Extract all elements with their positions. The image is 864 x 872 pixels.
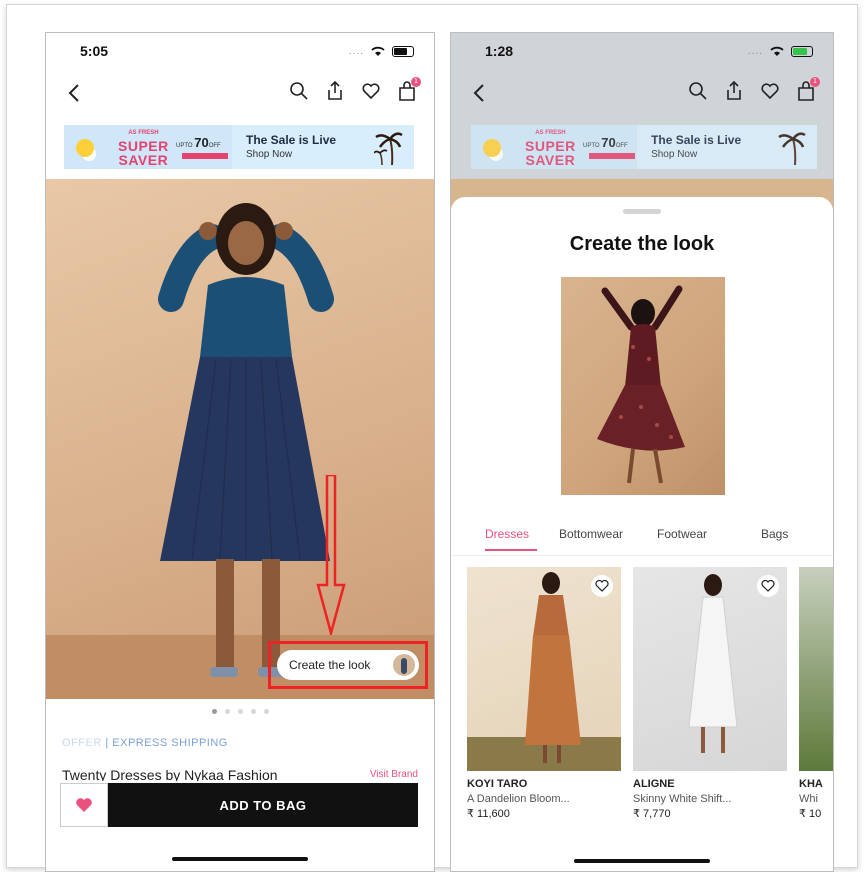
sun-icon <box>483 139 501 157</box>
super-saver-logo: AS FRESH SUPER SAVER <box>525 130 576 168</box>
product-brand: KOYI TARO <box>467 778 528 790</box>
discount-text: UPTO 70OFF <box>583 135 628 150</box>
product-price: ₹ 11,600 <box>467 808 510 820</box>
heart-filled-icon <box>76 798 92 812</box>
pager-dot[interactable] <box>237 709 243 714</box>
product-brand: KHA <box>799 778 823 790</box>
wifi-icon <box>371 46 385 56</box>
pager-dot[interactable] <box>224 709 230 714</box>
status-bar: 5:05 .... <box>46 33 434 69</box>
search-icon[interactable] <box>687 79 709 103</box>
sale-banner[interactable]: AS FRESH SUPER SAVER UPTO 70OFF The Sale… <box>471 125 817 169</box>
offer-tag: OFFER <box>62 737 102 749</box>
category-tabs: Dresses Bottomwear Footwear Bags <box>451 521 833 556</box>
wishlist-button[interactable] <box>757 575 779 597</box>
offer-row: OFFER | EXPRESS SHIPPING <box>62 737 228 749</box>
status-time: 5:05 <box>80 43 109 59</box>
back-arrow-icon[interactable] <box>64 81 86 105</box>
model-white-dress-illustration <box>688 574 738 753</box>
product-card[interactable]: KHA Whi ₹ 10 <box>799 567 833 821</box>
shop-now-link[interactable]: Shop Now <box>651 149 697 160</box>
product-name: Whi <box>799 793 818 805</box>
sale-title: The Sale is Live <box>651 133 742 147</box>
express-shipping-tag: EXPRESS SHIPPING <box>112 737 228 749</box>
banner-strip <box>182 153 228 159</box>
sale-title: The Sale is Live <box>246 133 337 147</box>
annotation-highlight-box: Create the look <box>268 641 428 689</box>
product-image[interactable] <box>633 567 787 771</box>
tab-bags[interactable]: Bags <box>761 527 788 541</box>
pager-dot[interactable] <box>250 709 256 714</box>
create-the-look-label: Create the look <box>289 658 371 672</box>
bag-icon[interactable]: 1 <box>396 77 421 103</box>
product-card[interactable]: KOYI TARO A Dandelion Bloom... ₹ 11,600 <box>467 567 621 821</box>
image-pager[interactable] <box>46 709 434 714</box>
left-phone-screen: 5:05 .... 1 AS FRESH SUPER SAVER UPTO 70… <box>45 32 435 872</box>
visit-brand-link[interactable]: Visit Brand <box>370 769 418 779</box>
sheet-grabber[interactable] <box>623 209 661 214</box>
model-red-dress-illustration <box>597 285 685 484</box>
search-icon[interactable] <box>288 79 310 103</box>
product-image[interactable]: Create the look <box>46 179 434 699</box>
annotation-arrow-icon <box>316 475 346 635</box>
create-the-look-sheet: Create the look Dresses Bottomwear Footw… <box>451 197 833 871</box>
product-price: ₹ 7,770 <box>633 808 671 820</box>
product-title: Twenty Dresses by Nykaa Fashion <box>62 767 278 781</box>
heart-outline-icon[interactable] <box>759 79 781 103</box>
wishlist-button[interactable] <box>60 783 108 827</box>
pager-dot[interactable] <box>211 709 217 714</box>
heart-outline-icon[interactable] <box>360 79 382 103</box>
tab-dresses[interactable]: Dresses <box>485 527 529 541</box>
add-to-bag-button[interactable]: ADD TO BAG <box>108 783 418 827</box>
bag-count-badge: 1 <box>810 77 820 87</box>
wishlist-button[interactable] <box>591 575 613 597</box>
separator: | <box>101 737 113 749</box>
heart-plus-icon <box>595 580 609 592</box>
sale-banner[interactable]: AS FRESH SUPER SAVER UPTO 70OFF The Sale… <box>64 125 414 169</box>
bag-count-badge: 1 <box>411 77 421 87</box>
look-thumbnail <box>393 654 415 676</box>
tab-footwear[interactable]: Footwear <box>657 527 707 541</box>
product-brand: ALIGNE <box>633 778 675 790</box>
home-indicator <box>172 857 308 861</box>
sun-icon <box>76 139 94 157</box>
bag-icon[interactable]: 1 <box>795 77 820 103</box>
share-icon[interactable] <box>324 79 346 103</box>
product-image[interactable] <box>467 567 621 771</box>
product-card[interactable]: ALIGNE Skinny White Shift... ₹ 7,770 <box>633 567 787 821</box>
discount-text: UPTO 70OFF <box>176 135 221 150</box>
pager-dot[interactable] <box>263 709 269 714</box>
heart-plus-icon <box>761 580 775 592</box>
product-price: ₹ 10 <box>799 808 822 820</box>
signal-dots: .... <box>747 45 763 57</box>
status-bar: 1:28 .... <box>451 33 833 69</box>
nav-bar: 1 <box>46 77 434 113</box>
banner-strip <box>589 153 635 159</box>
home-indicator <box>574 859 710 863</box>
back-arrow-icon[interactable] <box>469 81 491 105</box>
create-the-look-button[interactable]: Create the look <box>277 650 419 680</box>
model-orange-dress-illustration <box>467 572 621 771</box>
nav-bar: 1 <box>451 77 833 113</box>
product-name: A Dandelion Bloom... <box>467 793 570 805</box>
shop-now-link[interactable]: Shop Now <box>246 149 292 160</box>
look-photo <box>561 277 725 495</box>
share-icon[interactable] <box>723 79 745 103</box>
product-name: Skinny White Shift... <box>633 793 732 805</box>
active-tab-underline <box>485 549 537 551</box>
bottom-action-bar: ADD TO BAG <box>60 783 418 829</box>
palm-tree-icon <box>778 132 806 165</box>
palm-tree-icon <box>374 132 403 165</box>
product-image[interactable] <box>799 567 833 771</box>
battery-charging-icon <box>791 45 813 57</box>
super-saver-logo: AS FRESH SUPER SAVER <box>118 130 169 168</box>
sheet-title: Create the look <box>569 233 715 255</box>
battery-icon <box>392 45 414 57</box>
status-time: 1:28 <box>485 43 514 59</box>
signal-dots: .... <box>348 45 364 57</box>
tab-bottomwear[interactable]: Bottomwear <box>559 527 623 541</box>
right-phone-screen: 1:28 .... 1 AS FRESH SUPER SAVER UPTO 70… <box>450 32 834 872</box>
wifi-icon <box>770 46 784 56</box>
